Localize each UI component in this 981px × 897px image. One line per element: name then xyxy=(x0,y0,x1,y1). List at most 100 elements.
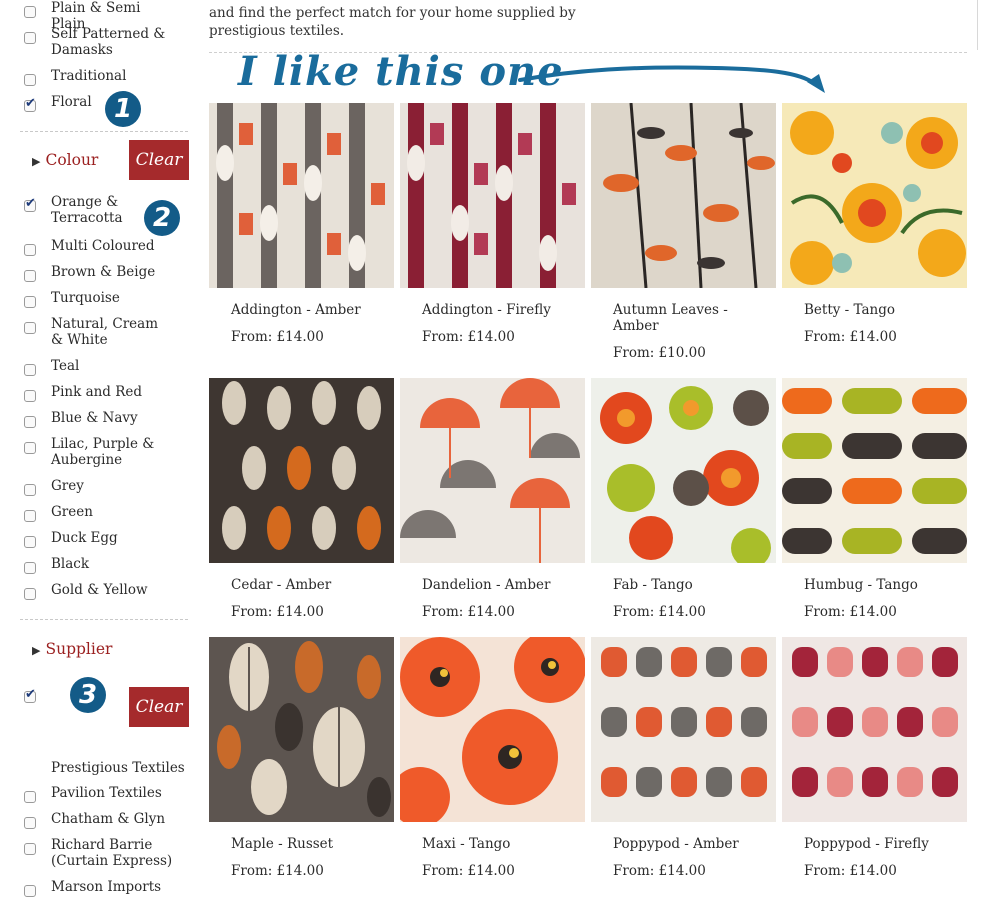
product-name[interactable]: Addington - Firefly xyxy=(422,302,562,318)
product-image-addington-firefly[interactable] xyxy=(400,103,585,288)
filter-chatham-glyn[interactable]: Chatham & Glyn xyxy=(24,811,171,829)
filter-pink-red[interactable]: Pink and Red xyxy=(24,384,171,402)
product-image-cedar-amber[interactable] xyxy=(209,378,394,563)
supplier-clear-button[interactable]: Clear xyxy=(129,687,189,727)
filter-teal[interactable]: Teal xyxy=(24,358,171,376)
checkbox-checked[interactable] xyxy=(24,96,36,112)
supplier-prestigious-textiles[interactable]: Prestigious Textiles xyxy=(51,760,185,776)
product-card[interactable]: Maxi - Tango From: £14.00 xyxy=(390,631,586,879)
checkbox[interactable] xyxy=(24,536,36,548)
filter-grey[interactable]: Grey xyxy=(24,478,171,496)
filter-self-patterned[interactable]: Self Patterned & Damasks xyxy=(24,26,171,58)
product-card[interactable]: Dandelion - Amber From: £14.00 xyxy=(400,378,585,620)
product-card[interactable]: Autumn Leaves - Amber From: £10.00 xyxy=(591,102,776,361)
product-price: From: £14.00 xyxy=(422,329,515,345)
checkbox[interactable] xyxy=(24,390,36,402)
product-image-humbug-tango[interactable] xyxy=(782,378,967,563)
checkbox[interactable] xyxy=(24,6,36,18)
product-price: From: £10.00 xyxy=(613,345,706,361)
filter-pavilion-textiles[interactable]: Pavilion Textiles xyxy=(24,785,171,803)
product-card[interactable]: Poppypod - Amber From: £14.00 xyxy=(591,637,776,879)
divider xyxy=(977,0,978,50)
product-name[interactable]: Addington - Amber xyxy=(231,302,371,318)
product-name[interactable]: Autumn Leaves - Amber xyxy=(613,302,753,334)
checkbox[interactable] xyxy=(24,843,36,855)
product-image-maxi-tango[interactable] xyxy=(390,631,586,827)
product-price: From: £14.00 xyxy=(231,604,324,620)
checkbox[interactable] xyxy=(24,885,36,897)
colour-section-toggle[interactable]: ▶ Colour xyxy=(32,151,98,169)
filter-marson-imports[interactable]: Marson Imports xyxy=(24,879,171,897)
product-name[interactable]: Maple - Russet xyxy=(231,836,371,852)
product-name[interactable]: Dandelion - Amber xyxy=(422,577,562,593)
checkbox[interactable] xyxy=(24,510,36,522)
filter-supplier-selected[interactable] xyxy=(24,685,36,703)
divider xyxy=(20,131,188,132)
product-card[interactable]: Addington - Amber From: £14.00 xyxy=(209,103,394,345)
checkbox[interactable] xyxy=(24,817,36,829)
product-name[interactable]: Cedar - Amber xyxy=(231,577,371,593)
product-image-fab-tango[interactable] xyxy=(591,378,776,568)
annotation-arrow-icon xyxy=(518,65,825,93)
filter-green[interactable]: Green xyxy=(24,504,171,522)
filter-blue-navy[interactable]: Blue & Navy xyxy=(24,410,171,428)
checkbox-checked[interactable] xyxy=(24,687,36,703)
product-price: From: £14.00 xyxy=(422,863,515,879)
filter-orange-terracotta[interactable]: Orange & Terracotta xyxy=(24,194,131,226)
filter-brown-beige[interactable]: Brown & Beige xyxy=(24,264,171,282)
product-name[interactable]: Fab - Tango xyxy=(613,577,753,593)
product-card[interactable]: Addington - Firefly From: £14.00 xyxy=(400,103,585,345)
product-image-autumn-leaves-amber[interactable] xyxy=(591,102,776,289)
filter-natural-cream-white[interactable]: Natural, Cream & White xyxy=(24,316,169,348)
checkbox[interactable] xyxy=(24,484,36,496)
product-price: From: £14.00 xyxy=(613,604,706,620)
product-image-betty-tango[interactable] xyxy=(782,103,967,288)
colour-clear-button[interactable]: Clear xyxy=(129,140,189,180)
filter-lilac-purple-aubergine[interactable]: Lilac, Purple & Aubergine xyxy=(24,436,156,468)
checkbox[interactable] xyxy=(24,364,36,376)
checkbox[interactable] xyxy=(24,442,36,454)
checkbox[interactable] xyxy=(24,32,36,44)
triangle-right-icon: ▶ xyxy=(32,155,41,168)
product-card[interactable]: Fab - Tango From: £14.00 xyxy=(591,378,776,620)
product-name[interactable]: Maxi - Tango xyxy=(422,836,562,852)
checkbox[interactable] xyxy=(24,416,36,428)
filter-duck-egg[interactable]: Duck Egg xyxy=(24,530,171,548)
product-card[interactable]: Maple - Russet From: £14.00 xyxy=(209,637,394,879)
filter-traditional[interactable]: Traditional xyxy=(24,68,171,86)
product-card[interactable]: Betty - Tango From: £14.00 xyxy=(782,103,967,345)
product-card[interactable]: Cedar - Amber From: £14.00 xyxy=(209,378,394,620)
checkbox[interactable] xyxy=(24,270,36,282)
product-price: From: £14.00 xyxy=(613,863,706,879)
checkbox[interactable] xyxy=(24,244,36,256)
product-image-maple-russet[interactable] xyxy=(209,637,394,822)
filter-gold-yellow[interactable]: Gold & Yellow xyxy=(24,582,171,600)
product-name[interactable]: Poppypod - Firefly xyxy=(804,836,944,852)
filter-richard-barrie[interactable]: Richard Barrie (Curtain Express) xyxy=(24,837,176,869)
filter-black[interactable]: Black xyxy=(24,556,171,574)
checkbox[interactable] xyxy=(24,791,36,803)
filter-turquoise[interactable]: Turquoise xyxy=(24,290,171,308)
product-card[interactable]: Poppypod - Firefly From: £14.00 xyxy=(782,637,967,879)
filter-multi-coloured[interactable]: Multi Coloured xyxy=(24,238,171,256)
checkbox[interactable] xyxy=(24,74,36,86)
product-price: From: £14.00 xyxy=(231,329,324,345)
product-name[interactable]: Betty - Tango xyxy=(804,302,944,318)
product-image-poppypod-firefly[interactable] xyxy=(782,637,967,822)
product-name[interactable]: Humbug - Tango xyxy=(804,577,944,593)
checkbox[interactable] xyxy=(24,296,36,308)
supplier-section-toggle[interactable]: ▶ Supplier xyxy=(32,640,112,658)
checkbox[interactable] xyxy=(24,588,36,600)
checkbox-checked[interactable] xyxy=(24,196,36,212)
annotation-badge-3: 3 xyxy=(70,677,106,713)
product-image-poppypod-amber[interactable] xyxy=(591,637,776,822)
product-price: From: £14.00 xyxy=(804,863,897,879)
product-image-dandelion-amber[interactable] xyxy=(400,378,585,563)
product-card[interactable]: Humbug - Tango From: £14.00 xyxy=(782,378,967,620)
checkbox[interactable] xyxy=(24,322,36,334)
divider xyxy=(20,619,188,620)
product-image-addington-amber[interactable] xyxy=(209,103,394,288)
checkbox[interactable] xyxy=(24,562,36,574)
product-name[interactable]: Poppypod - Amber xyxy=(613,836,753,852)
filter-floral[interactable]: Floral xyxy=(24,94,171,112)
